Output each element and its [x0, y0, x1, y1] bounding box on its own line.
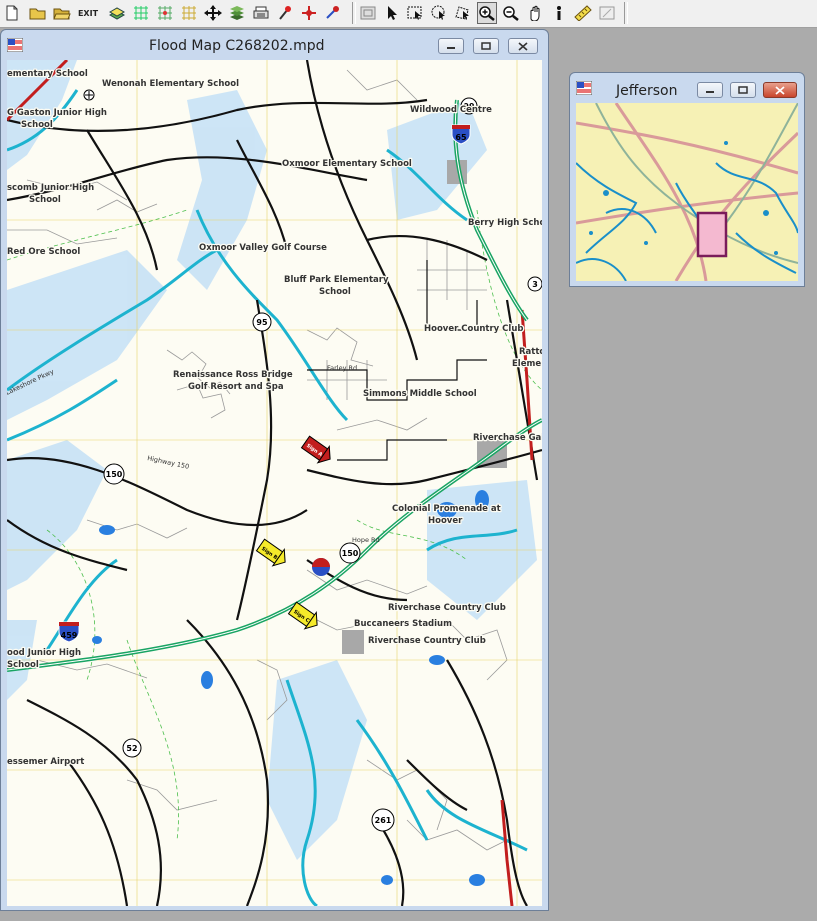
overview-title: Jefferson — [616, 83, 678, 99]
label-bessemer-airport: essemer Airport — [7, 757, 84, 767]
select-circle-icon[interactable] — [429, 2, 449, 24]
select-polygon-icon[interactable] — [453, 2, 473, 24]
highway-shield-95: 95 — [252, 312, 272, 332]
move-icon[interactable] — [203, 2, 223, 24]
overview-viewport-box[interactable] — [696, 211, 728, 258]
overview-map-canvas[interactable] — [576, 103, 798, 281]
svg-text:261: 261 — [375, 816, 392, 825]
label-riverchase-cc-2: Riverchase Country Club — [368, 636, 486, 646]
grid-icon[interactable] — [131, 2, 151, 24]
close-icon — [518, 41, 528, 51]
select-arrow-icon[interactable] — [382, 2, 402, 24]
interstate-shield-459: 459 — [58, 621, 80, 643]
label-escomb-school: School — [29, 195, 61, 205]
window-titlebar[interactable]: Flood Map C268202.mpd — [1, 30, 548, 60]
svg-text:150: 150 — [106, 470, 123, 479]
pin-blue-icon[interactable] — [323, 2, 343, 24]
overview-minimize-button[interactable] — [697, 82, 723, 98]
label-gaston-school: School — [21, 120, 53, 130]
window-title: Flood Map C268202.mpd — [149, 38, 325, 54]
label-wood-school: School — [7, 660, 39, 670]
label-red-ore: Red Ore School — [7, 247, 80, 257]
highway-shield-3: 3 — [527, 276, 542, 292]
close-button[interactable] — [508, 38, 538, 54]
select-box-icon[interactable] — [405, 2, 425, 24]
maximize-icon — [481, 42, 491, 50]
ruler-icon[interactable] — [573, 2, 593, 24]
overview-maximize-button[interactable] — [730, 82, 756, 98]
overview-window: Jefferson — [569, 72, 805, 287]
svg-text:Hope Rd: Hope Rd — [352, 536, 380, 544]
minimize-button[interactable] — [438, 38, 464, 54]
svg-text:Farley Rd: Farley Rd — [327, 364, 357, 372]
svg-text:3: 3 — [532, 280, 538, 289]
flood-map-canvas[interactable]: 99 65 3 95 150 150 459 52 261 Sign A Sig… — [7, 60, 542, 906]
print-icon[interactable] — [251, 2, 271, 24]
label-buccaneers: Buccaneers Stadium — [354, 619, 452, 629]
overview-close-button[interactable] — [763, 82, 797, 98]
info-icon[interactable] — [549, 2, 569, 24]
label-riverchase-cc: Riverchase Country Club — [388, 603, 506, 613]
overview-titlebar[interactable]: Jefferson — [570, 73, 804, 103]
svg-text:65: 65 — [455, 133, 467, 142]
exit-button[interactable]: EXIT — [75, 2, 101, 24]
open-folder-icon[interactable] — [52, 2, 72, 24]
label-renaissance-resort: Golf Resort and Spa — [188, 382, 284, 392]
pin-icon[interactable] — [275, 2, 295, 24]
label-bluff-park: Bluff Park Elementary — [284, 275, 389, 285]
zoom-in-icon[interactable] — [477, 2, 497, 24]
label-wenonah: Wenonah Elementary School — [102, 79, 239, 89]
minimize-icon — [706, 91, 714, 93]
svg-text:150: 150 — [342, 549, 359, 558]
label-berry: Berry High School — [468, 218, 542, 228]
minimize-icon — [447, 47, 455, 49]
zoom-out-icon[interactable] — [501, 2, 521, 24]
svg-text:52: 52 — [126, 744, 137, 753]
interstate-marker — [312, 558, 330, 576]
label-ratto: Ratto — [519, 347, 542, 357]
label-hoover-cc: Hoover Country Club — [424, 324, 523, 334]
svg-text:95: 95 — [256, 318, 268, 327]
open-file-icon[interactable] — [28, 2, 48, 24]
grid-labels-icon[interactable] — [179, 2, 199, 24]
map-app-icon — [576, 81, 592, 95]
flood-map-window: Flood Map C268202.mpd 99 65 3 95 150 150… — [0, 29, 549, 911]
label-colonial-promenade: Colonial Promenade at — [392, 504, 501, 514]
label-colonial-hoover: Hoover — [428, 516, 463, 526]
main-toolbar: EXIT — [0, 0, 817, 28]
label-oxmoor-elementary: Oxmoor Elementary School — [282, 159, 412, 169]
crosshair-icon — [83, 89, 95, 101]
grid-points-icon[interactable] — [155, 2, 175, 24]
highway-shield-52: 52 — [122, 738, 142, 758]
layers-icon[interactable] — [107, 2, 127, 24]
new-file-icon[interactable] — [2, 2, 22, 24]
highway-shield-261: 261 — [371, 808, 395, 832]
pan-hand-icon[interactable] — [525, 2, 545, 24]
pin-red-icon[interactable] — [299, 2, 319, 24]
label-riverchase-galleria: Riverchase Gal — [473, 433, 542, 443]
label-renaissance: Renaissance Ross Bridge — [173, 370, 293, 380]
maximize-button[interactable] — [473, 38, 499, 54]
label-wildwood: Wildwood Centre — [410, 105, 492, 115]
label-simmons: Simmons Middle School — [363, 389, 477, 399]
close-icon — [775, 85, 785, 95]
label-gaston: G Gaston Junior High — [7, 108, 107, 118]
stack-icon[interactable] — [227, 2, 247, 24]
note-icon[interactable] — [597, 2, 617, 24]
maximize-icon — [738, 86, 748, 94]
highway-shield-150-east: 150 — [339, 542, 361, 564]
label-bluff-park-school: School — [319, 287, 351, 297]
highway-shield-150-west: 150 — [103, 463, 125, 485]
label-escomb: scomb Junior High — [7, 183, 94, 193]
label-wood-junior: ood Junior High — [7, 648, 81, 658]
svg-text:459: 459 — [61, 631, 78, 640]
map-app-icon — [7, 38, 23, 52]
frame-icon[interactable] — [358, 2, 378, 24]
label-oxmoor-golf: Oxmoor Valley Golf Course — [199, 243, 327, 253]
label-elementary-school: ementary School — [7, 69, 88, 79]
label-eleme: Eleme — [512, 359, 541, 369]
